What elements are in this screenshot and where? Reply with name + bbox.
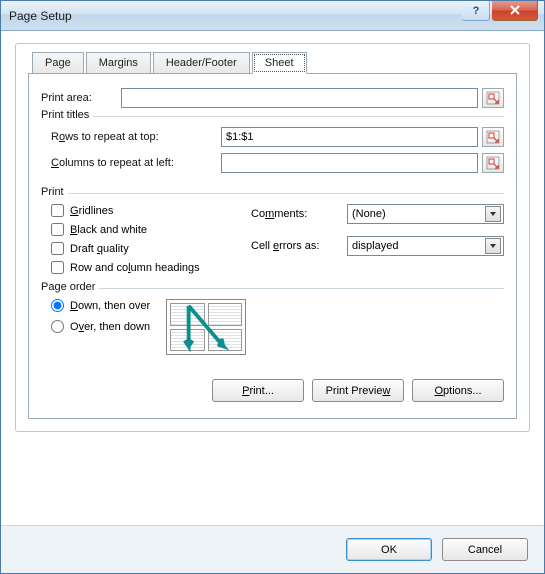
gridlines-checkbox[interactable]	[51, 204, 64, 217]
blackwhite-checkbox-row[interactable]: Black and white	[51, 223, 251, 236]
down-then-over-radio[interactable]	[51, 299, 64, 312]
rows-repeat-input[interactable]	[221, 127, 478, 147]
print-legend: Print	[41, 186, 68, 198]
cell-errors-value: displayed	[352, 240, 398, 252]
tab-page[interactable]: Page	[32, 52, 84, 74]
print-titles-legend: Print titles	[41, 109, 93, 121]
row-col-headings-checkbox-row[interactable]: Row and column headings	[51, 261, 251, 274]
print-area-collapse-button[interactable]	[482, 88, 504, 108]
help-button[interactable]: ?	[462, 1, 490, 21]
comments-label: Comments:	[251, 208, 347, 220]
over-then-down-radio[interactable]	[51, 320, 64, 333]
options-button[interactable]: Options...	[412, 379, 504, 402]
svg-text:?: ?	[472, 5, 479, 16]
over-then-down-radio-row[interactable]: Over, then down	[51, 320, 150, 333]
rows-repeat-label: Rows to repeat at top:	[51, 131, 221, 143]
print-group: Print Gridlines Black and white Draft qu…	[41, 193, 504, 280]
print-area-input[interactable]	[121, 88, 478, 108]
dialog-footer: OK Cancel	[1, 525, 544, 573]
chevron-down-icon	[485, 206, 501, 222]
window-title: Page Setup	[9, 9, 462, 23]
rows-repeat-collapse-button[interactable]	[482, 127, 504, 147]
close-button[interactable]	[492, 1, 538, 21]
cell-errors-label: Cell errors as:	[251, 240, 347, 252]
cell-errors-combo[interactable]: displayed	[347, 236, 504, 256]
blackwhite-checkbox[interactable]	[51, 223, 64, 236]
tab-margins[interactable]: Margins	[86, 52, 151, 74]
page-order-preview-icon	[166, 299, 246, 355]
sheet-tab-content: Print area: Print titles Rows to repeat …	[28, 73, 517, 419]
comments-value: (None)	[352, 208, 386, 220]
ok-button[interactable]: OK	[346, 538, 432, 561]
collapse-dialog-icon	[486, 156, 500, 170]
tab-header-footer[interactable]: Header/Footer	[153, 52, 250, 74]
tab-strip: Page Margins Header/Footer Sheet	[32, 52, 517, 74]
gridlines-checkbox-row[interactable]: Gridlines	[51, 204, 251, 217]
comments-combo[interactable]: (None)	[347, 204, 504, 224]
page-setup-dialog: Page Setup ? Page Margins Header/Footer …	[0, 0, 545, 574]
cancel-button[interactable]: Cancel	[442, 538, 528, 561]
print-preview-button[interactable]: Print Preview	[312, 379, 404, 402]
draft-checkbox-row[interactable]: Draft quality	[51, 242, 251, 255]
collapse-dialog-icon	[486, 91, 500, 105]
draft-checkbox[interactable]	[51, 242, 64, 255]
cols-repeat-label: Columns to repeat at left:	[51, 157, 221, 169]
row-col-headings-checkbox[interactable]	[51, 261, 64, 274]
chevron-down-icon	[485, 238, 501, 254]
titlebar: Page Setup ?	[1, 1, 544, 31]
cols-repeat-input[interactable]	[221, 153, 478, 173]
cols-repeat-collapse-button[interactable]	[482, 153, 504, 173]
page-order-legend: Page order	[41, 281, 99, 293]
page-order-group: Page order Down, then over Over, then do…	[41, 288, 504, 361]
tab-sheet[interactable]: Sheet	[252, 52, 307, 74]
collapse-dialog-icon	[486, 130, 500, 144]
print-titles-group: Print titles Rows to repeat at top: Colu…	[41, 116, 504, 185]
down-then-over-radio-row[interactable]: Down, then over	[51, 299, 150, 312]
print-button[interactable]: Print...	[212, 379, 304, 402]
